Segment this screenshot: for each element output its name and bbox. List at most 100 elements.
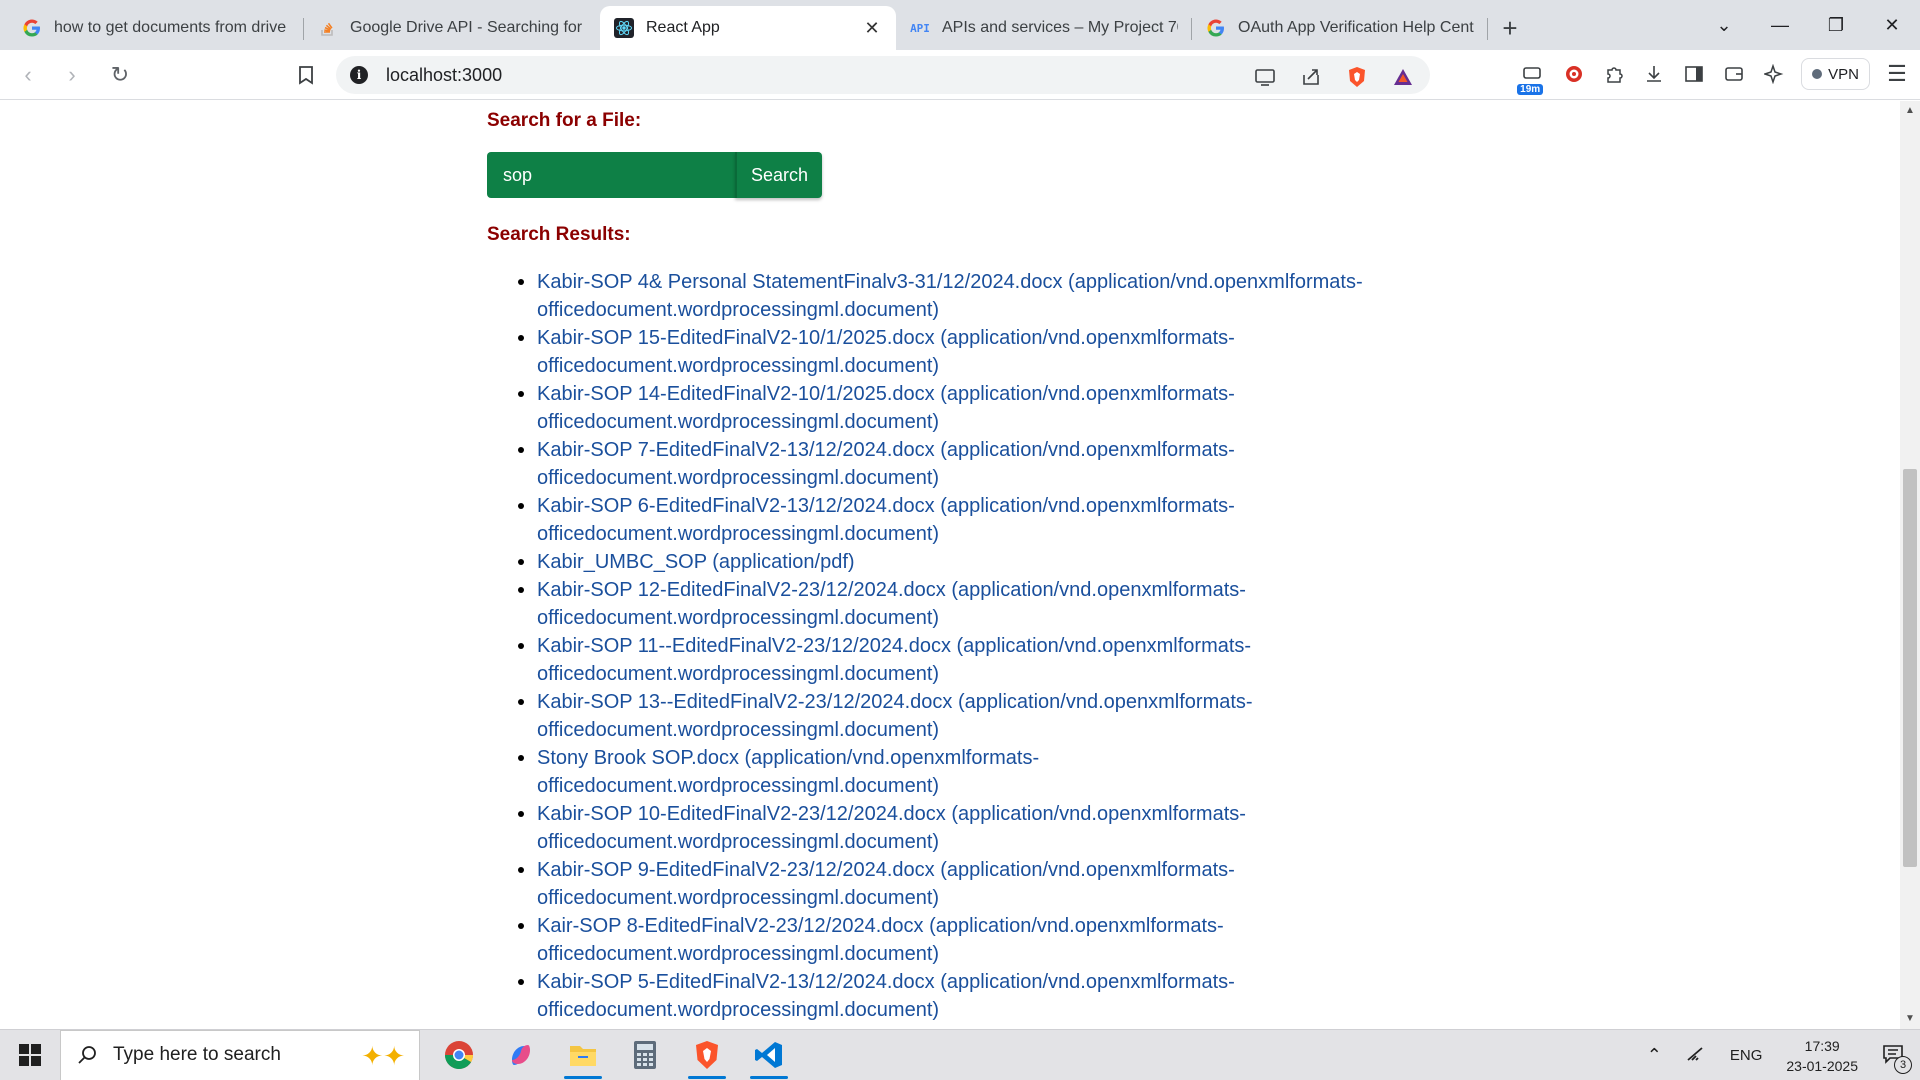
site-info-icon[interactable]: i [350,66,368,84]
back-button[interactable]: ‹ [10,57,46,93]
minimize-button[interactable]: — [1752,15,1808,36]
scrollbar-thumb[interactable] [1903,469,1917,867]
copilot-taskbar-icon[interactable] [490,1030,552,1080]
close-window-button[interactable]: ✕ [1864,15,1920,36]
wallet-icon[interactable] [1721,61,1747,87]
browser-toolbar: ‹ › ↻ i localhost:3000 19m VPN ☰ [0,50,1920,100]
search-input[interactable] [487,152,735,198]
react-icon [614,18,634,38]
clock-time: 17:39 [1804,1037,1840,1054]
tab-apis-services[interactable]: API APIs and services – My Project 7070 [896,6,1192,50]
result-list-item: Kabir_UMBC_SOP (application/pdf) [537,548,1387,576]
page-viewport: Search for a File: Search Search Results… [0,101,1900,1029]
tab-title: React App [646,19,720,36]
result-link[interactable]: Kabir-SOP 13--EditedFinalV2-23/12/2024.d… [537,691,1253,741]
language-indicator[interactable]: ENG [1730,1047,1763,1064]
tab-title: OAuth App Verification Help Center [1238,19,1474,36]
results-list: Kabir-SOP 4& Personal StatementFinalv3-3… [537,268,1387,1029]
result-link[interactable]: Kabir-SOP 6-EditedFinalV2-13/12/2024.doc… [537,495,1235,545]
cast-icon[interactable] [1252,64,1278,90]
download-icon[interactable] [1641,61,1667,87]
result-list-item: Stony Brook SOP.docx (application/vnd.op… [537,744,1387,800]
tab-stackoverflow[interactable]: Google Drive API - Searching for file [304,6,600,50]
reading-time-icon[interactable]: 19m [1517,61,1547,95]
omnibox-actions [1252,64,1416,90]
result-link[interactable]: Kabir-SOP 9-EditedFinalV2-23/12/2024.doc… [537,859,1235,909]
reload-button[interactable]: ↻ [102,57,138,93]
result-list-item: Kabir-SOP 11--EditedFinalV2-23/12/2024.d… [537,632,1387,688]
tab-separator [1487,18,1488,40]
vpn-label: VPN [1828,65,1859,83]
result-list-item: Kabir-SOP 10-EditedFinalV2-23/12/2024.do… [537,800,1387,856]
extensions-puzzle-icon[interactable] [1601,61,1627,87]
vscode-taskbar-icon[interactable] [738,1030,800,1080]
scroll-up-arrow-icon[interactable]: ▲ [1904,105,1916,117]
leo-ai-icon[interactable] [1761,61,1787,87]
running-indicator [564,1075,602,1079]
tab-react-app[interactable]: React App ✕ [600,6,896,50]
result-list-item: Kabir-SOP 15-EditedFinalV2-10/1/2025.doc… [537,324,1387,380]
windows-taskbar: Type here to search ✦✦ ⌃ ENG 17:39 23-01… [0,1029,1920,1080]
tab-title: APIs and services – My Project 7070 [942,19,1178,36]
vpn-button[interactable]: VPN [1801,58,1870,90]
result-link[interactable]: Kabir-SOP 4& Personal StatementFinalv3-3… [537,271,1363,321]
brave-shields-icon[interactable] [1344,64,1370,90]
result-link[interactable]: Kair-SOP 8-EditedFinalV2-23/12/2024.docx… [537,915,1224,965]
brave-rewards-icon[interactable] [1390,64,1416,90]
brave-taskbar-icon[interactable] [676,1030,738,1080]
tab-google-search[interactable]: how to get documents from drive w [8,6,304,50]
menu-hamburger-icon[interactable]: ☰ [1884,61,1910,87]
result-list-item: Kabir-SOP 13--EditedFinalV2-23/12/2024.d… [537,688,1387,744]
notification-count-badge: 3 [1894,1055,1912,1074]
result-list-item: Kabir-SOP 9-EditedFinalV2-23/12/2024.doc… [537,856,1387,912]
tab-oauth-help[interactable]: OAuth App Verification Help Center [1192,6,1488,50]
extension-target-icon[interactable] [1561,61,1587,87]
url-text[interactable]: localhost:3000 [386,65,502,86]
wifi-icon[interactable] [1686,1046,1706,1066]
result-link[interactable]: Kabir-SOP 5-EditedFinalV2-13/12/2024.doc… [537,971,1235,1021]
google-icon [1206,18,1226,38]
result-list-item: Kabir-SOP 5-EditedFinalV2-13/12/2024.doc… [537,968,1387,1024]
result-link[interactable]: Kabir-SOP 14-EditedFinalV2-10/1/2025.doc… [537,383,1235,433]
sidebar-icon[interactable] [1681,61,1707,87]
vpn-status-dot [1812,69,1823,79]
page-scrollbar[interactable]: ▲ ▼ [1900,101,1920,1029]
search-icon [78,1046,96,1064]
close-tab-icon[interactable]: ✕ [862,18,882,39]
taskbar-search[interactable]: Type here to search ✦✦ [60,1029,420,1080]
taskbar-search-placeholder: Type here to search [113,1044,281,1065]
result-link[interactable]: Kabir-SOP 10-EditedFinalV2-23/12/2024.do… [537,803,1246,853]
result-link[interactable]: Kabir-SOP 15-EditedFinalV2-10/1/2025.doc… [537,327,1235,377]
result-link[interactable]: Kabir-SOP 7-EditedFinalV2-13/12/2024.doc… [537,439,1235,489]
running-indicator [688,1075,726,1079]
clock[interactable]: 17:39 23-01-2025 [1786,1036,1858,1076]
file-explorer-taskbar-icon[interactable] [552,1030,614,1080]
system-tray: ⌃ ENG 17:39 23-01-2025 3 [1635,1030,1920,1080]
restore-button[interactable]: ❐ [1808,15,1864,36]
result-link[interactable]: Kabir-SOP 12-EditedFinalV2-23/12/2024.do… [537,579,1246,629]
notification-center-icon[interactable]: 3 [1882,1044,1912,1074]
result-link[interactable]: Stony Brook SOP.docx (application/vnd.op… [537,747,1039,797]
address-bar[interactable]: i localhost:3000 [336,56,1430,94]
clock-date: 23-01-2025 [1786,1057,1858,1074]
bookmark-icon[interactable] [288,57,324,93]
tab-strip: how to get documents from drive w Google… [0,0,1920,50]
forward-button[interactable]: › [54,57,90,93]
reading-time-badge: 19m [1517,84,1544,95]
chrome-taskbar-icon[interactable] [428,1030,490,1080]
calculator-taskbar-icon[interactable] [614,1030,676,1080]
result-link[interactable]: Kabir_UMBC_SOP (application/pdf) [537,551,855,573]
tab-title: Google Drive API - Searching for file [350,19,586,36]
search-button[interactable]: Search [735,152,822,198]
result-link[interactable]: Kabir-SOP 11--EditedFinalV2-23/12/2024.d… [537,635,1251,685]
search-form: Search [487,152,1387,198]
result-list-item: Kabir-SOP 14-EditedFinalV2-10/1/2025.doc… [537,380,1387,436]
scroll-down-arrow-icon[interactable]: ▼ [1904,1013,1916,1025]
tab-search-chevron-icon[interactable]: ⌄ [1696,15,1752,36]
start-button[interactable] [0,1030,60,1080]
running-indicator [750,1075,788,1079]
window-controls: ⌄ — ❐ ✕ [1696,0,1920,50]
share-icon[interactable] [1298,64,1324,90]
show-hidden-icons-chevron-icon[interactable]: ⌃ [1647,1045,1662,1066]
new-tab-button[interactable]: + [1488,6,1532,50]
